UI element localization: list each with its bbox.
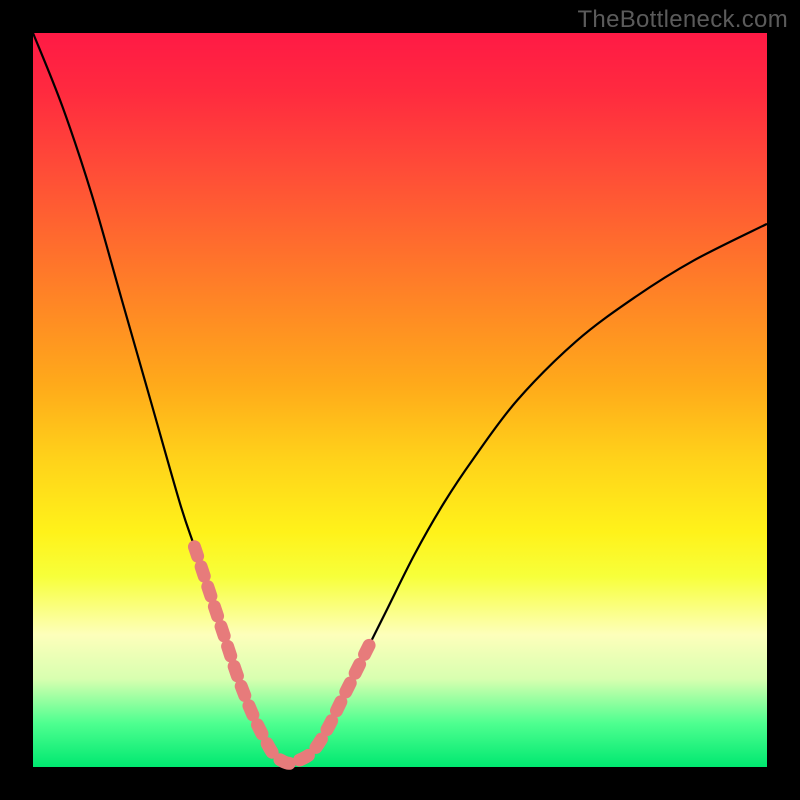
chart-frame: TheBottleneck.com	[0, 0, 800, 800]
highlight-overlay	[194, 547, 370, 764]
plot-area	[33, 33, 767, 767]
bottleneck-curve	[33, 33, 767, 763]
watermark-text: TheBottleneck.com	[577, 6, 788, 34]
curve-svg	[33, 33, 767, 767]
